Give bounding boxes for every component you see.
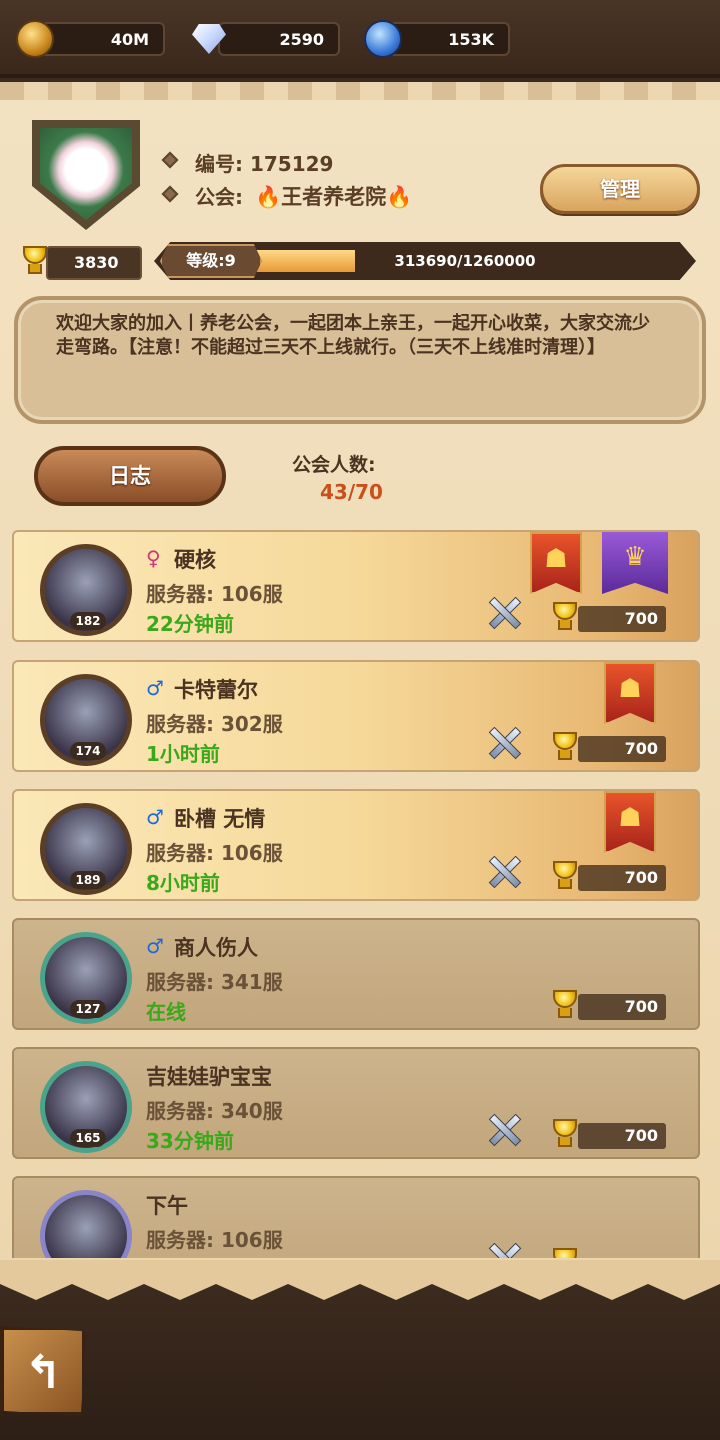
member-row[interactable]: 174 ♂ 卡特蕾尔 服务器: 302服 1小时前 ☗ 700 [12, 660, 700, 772]
male-icon: ♂ [146, 934, 164, 958]
male-icon: ♂ [146, 805, 164, 829]
fire-icon: 🔥 [386, 185, 413, 209]
member-name: 卧槽 无情 [174, 807, 266, 831]
diamond-value: 2590 [279, 30, 324, 49]
member-points: 700 [578, 606, 666, 632]
dust-value: 153K [448, 30, 494, 49]
back-arrow-icon: ↰ [23, 1345, 63, 1399]
member-row[interactable]: 189 ♂ 卧槽 无情 服务器: 106服 8小时前 ☗ 700 [12, 789, 700, 901]
trophy-icon [548, 990, 582, 1020]
panel-edge [0, 82, 720, 100]
male-icon: ♂ [146, 676, 164, 700]
gold-counter[interactable]: 40M [16, 20, 165, 58]
member-server: 服务器: 340服 [146, 1099, 283, 1123]
member-server: 服务器: 106服 [146, 582, 283, 606]
members-count: 43/70 [320, 480, 383, 504]
member-row[interactable]: 127 ♂ 商人伤人 服务器: 341服 在线 700 [12, 918, 700, 1030]
guild-trophies-value: 3830 [74, 253, 119, 272]
member-points: 700 [578, 865, 666, 891]
guild-level: 等级:9 [160, 244, 262, 278]
member-last-seen: 在线 [146, 1000, 186, 1024]
dust-counter[interactable]: 153K [364, 20, 510, 58]
member-server: 服务器: 106服 [146, 841, 283, 865]
trophy-icon [548, 1248, 582, 1258]
guild-id: 编号: 175129 [195, 152, 334, 176]
manage-button[interactable]: 管理 [540, 164, 700, 214]
member-name: 卡特蕾尔 [174, 678, 258, 702]
resource-bar: 40M 2590 153K [0, 0, 720, 78]
member-name: 下午 [146, 1194, 188, 1218]
purple-crown-banner-icon: ♛ [602, 532, 668, 594]
trophy-icon [548, 732, 582, 762]
member-avatar[interactable] [40, 1190, 132, 1258]
back-button[interactable]: ↰ [0, 1326, 86, 1416]
member-level: 165 [70, 1129, 106, 1147]
guild-name: 🔥王者养老院🔥 [255, 181, 412, 211]
red-banner-icon: ☗ [530, 532, 582, 594]
member-last-seen: 33分钟前 [146, 1129, 234, 1153]
member-name: 吉娃娃驴宝宝 [146, 1065, 272, 1089]
member-name: 硬核 [174, 548, 216, 572]
female-icon: ♀ [146, 546, 161, 570]
diamond-icon [192, 24, 226, 54]
gold-coin-icon [16, 20, 54, 58]
trophy-icon [548, 1119, 582, 1149]
guild-exp-text: 313690/1260000 [394, 252, 536, 270]
crossed-swords-icon [486, 594, 522, 630]
guild-notice-text: 欢迎大家的加入丨养老公会，一起团本上亲王，一起开心收菜，大家交流少走弯路。【注意… [56, 313, 650, 358]
member-level: 182 [70, 612, 106, 630]
member-last-seen: 1小时前 [146, 742, 220, 766]
guild-trophies: 3830 [46, 246, 142, 280]
member-points: 700 [578, 1123, 666, 1149]
trophy-icon [548, 602, 582, 632]
diamond-counter[interactable]: 2590 [192, 22, 340, 56]
member-level: 127 [70, 1000, 106, 1018]
member-level: 189 [70, 871, 106, 889]
crossed-swords-icon [486, 853, 522, 889]
crossed-swords-icon [486, 1111, 522, 1147]
guild-name-label: 公会: [195, 185, 243, 209]
member-points: 700 [578, 994, 666, 1020]
crossed-swords-icon [486, 724, 522, 760]
crossed-swords-icon [486, 1240, 522, 1258]
member-last-seen: 22分钟前 [146, 612, 234, 636]
red-banner-icon: ☗ [604, 662, 656, 724]
red-banner-icon: ☗ [604, 791, 656, 853]
member-list[interactable]: 182 ♀ 硬核 服务器: 106服 22分钟前 ☗ ♛ 700 174 ♂ 卡… [12, 530, 700, 1258]
guild-exp-fill [254, 250, 355, 272]
member-row[interactable]: 182 ♀ 硬核 服务器: 106服 22分钟前 ☗ ♛ 700 [12, 530, 700, 642]
member-name: 商人伤人 [174, 936, 258, 960]
member-level: 174 [70, 742, 106, 760]
member-server: 服务器: 106服 [146, 1228, 283, 1252]
member-points: 700 [578, 736, 666, 762]
guild-name-text: 王者养老院 [281, 185, 387, 209]
members-label: 公会人数: [292, 454, 376, 476]
trophy-icon [548, 861, 582, 891]
member-server: 服务器: 341服 [146, 970, 283, 994]
member-server: 服务器: 302服 [146, 712, 283, 736]
gold-value: 40M [110, 30, 149, 49]
log-button[interactable]: 日志 [34, 446, 226, 506]
member-row[interactable]: 下午 服务器: 106服 [12, 1176, 700, 1258]
dust-crystal-icon [364, 20, 402, 58]
fire-icon: 🔥 [255, 185, 282, 209]
member-row[interactable]: 165 吉娃娃驴宝宝 服务器: 340服 33分钟前 700 [12, 1047, 700, 1159]
member-last-seen: 8小时前 [146, 871, 220, 895]
